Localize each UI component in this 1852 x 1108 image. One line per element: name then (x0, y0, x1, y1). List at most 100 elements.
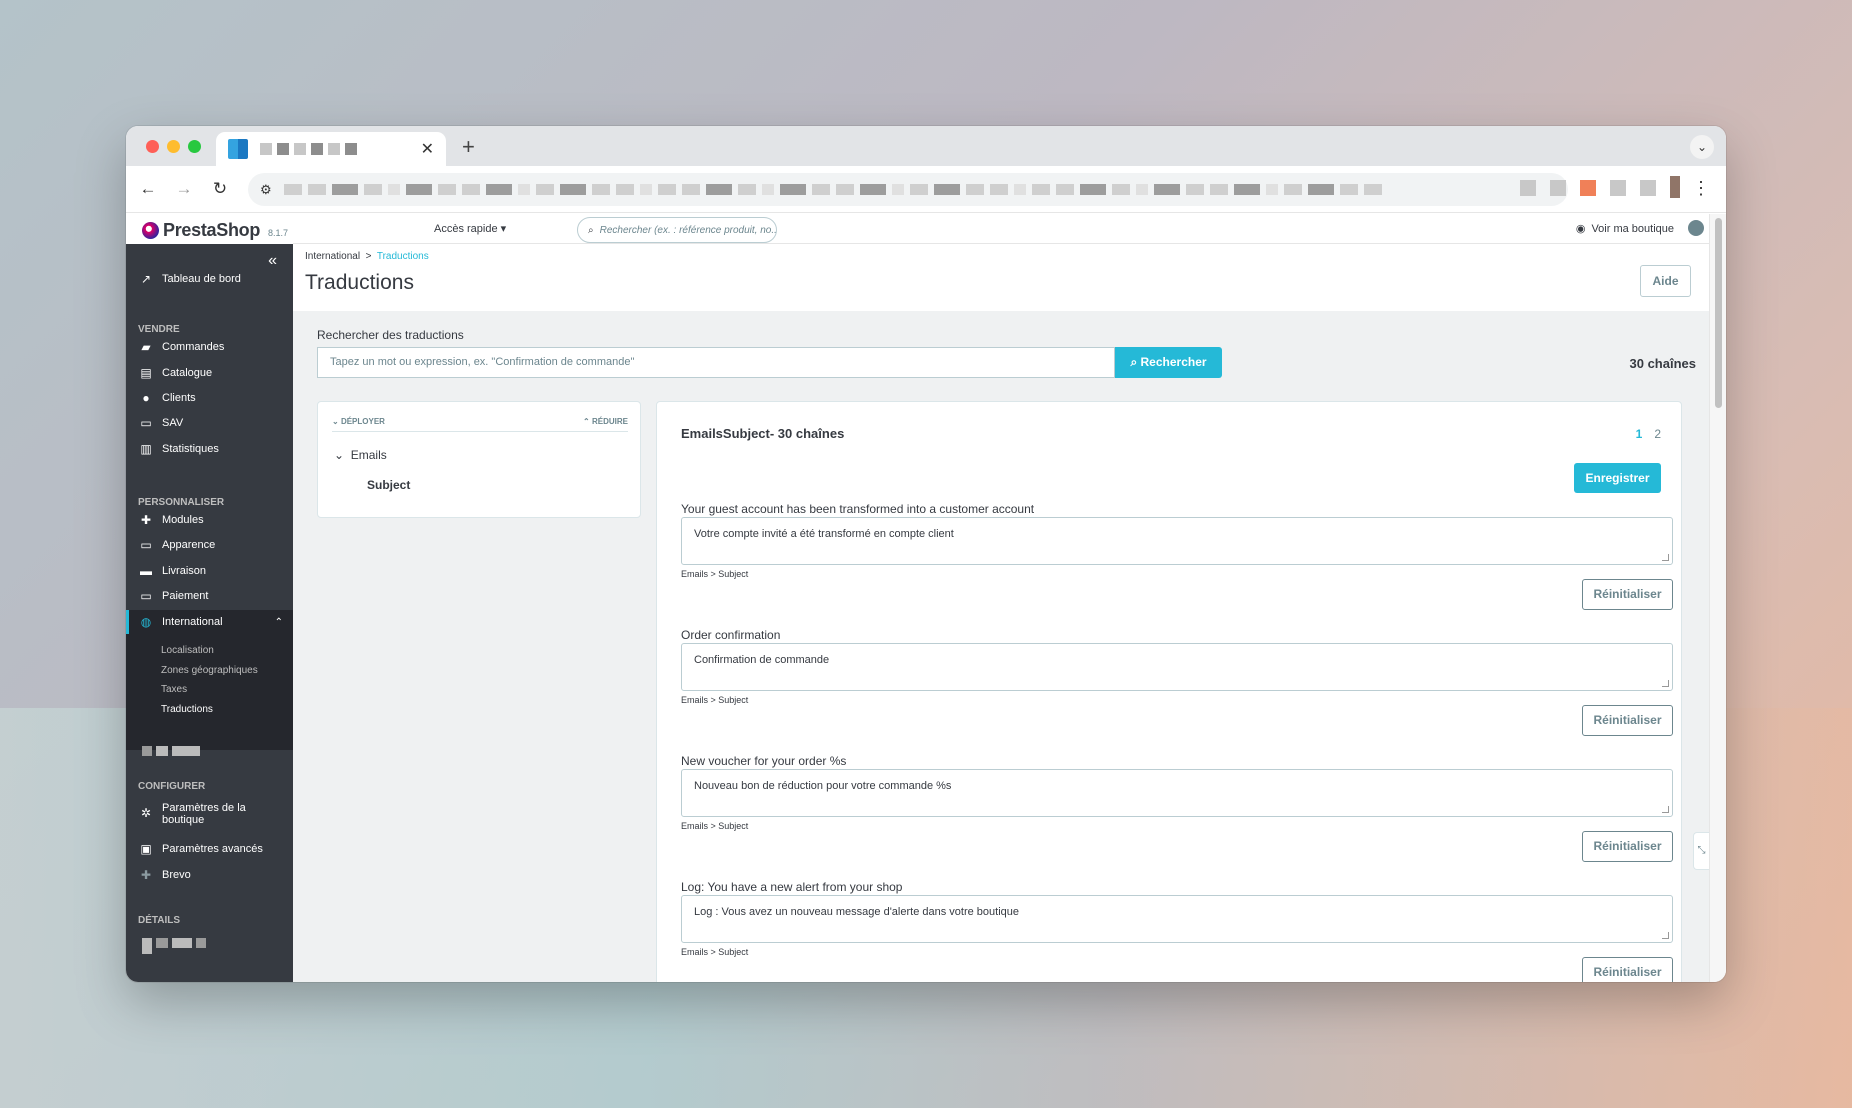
extension-icon[interactable] (1640, 180, 1656, 196)
section-sell: VENDRE (138, 324, 180, 335)
tree-node-subject[interactable]: Subject (367, 478, 410, 492)
sidebar-item-sav[interactable]: ▭ SAV (126, 411, 293, 435)
sidebar-item-redacted[interactable] (142, 746, 200, 756)
extension-icon[interactable] (1580, 180, 1596, 196)
brand-logo[interactable]: PrestaShop 8.1.7 (142, 220, 288, 241)
translation-item: New voucher for your order %s Nouveau bo… (681, 754, 1673, 880)
sidebar-item-payment[interactable]: ▭ Paiement (126, 584, 293, 608)
translation-textarea[interactable]: Confirmation de commande (681, 643, 1673, 691)
minimize-window-button[interactable] (167, 140, 180, 153)
sidebar-item-customers[interactable]: ● Clients (126, 386, 293, 410)
chevron-up-icon: ⌃ (274, 616, 283, 628)
help-button[interactable]: Aide (1640, 265, 1691, 297)
sidebar-item-label: Paramètres avancés (162, 843, 263, 855)
breadcrumb-separator: > (365, 251, 372, 262)
submenu-translations[interactable]: Traductions (161, 704, 213, 715)
page-link[interactable]: 2 (1654, 427, 1661, 441)
section-details: DÉTAILS (138, 915, 181, 926)
translations-title: EmailsSubject- 30 chaînes (681, 426, 845, 441)
close-tab-icon[interactable]: ✕ (421, 139, 434, 159)
prestashop-logo-icon (142, 222, 159, 239)
translation-textarea[interactable]: Nouveau bon de réduction pour votre comm… (681, 769, 1673, 817)
translation-textarea[interactable]: Votre compte invité a été transformé en … (681, 517, 1673, 565)
translation-item: Your guest account has been transformed … (681, 502, 1673, 628)
section-configure: CONFIGURER (138, 781, 206, 792)
sidebar-item-label: Modules (162, 514, 204, 526)
submenu-taxes[interactable]: Taxes (161, 684, 187, 695)
sidebar-item-dashboard[interactable]: ↗ Tableau de bord (126, 267, 293, 291)
globe-icon: ◍ (140, 615, 152, 629)
breadcrumb-parent[interactable]: International (305, 251, 360, 262)
submenu-localization[interactable]: Localisation (161, 645, 214, 656)
view-shop-link[interactable]: ◉ Voir ma boutique (1575, 222, 1674, 236)
submenu-zones[interactable]: Zones géographiques (161, 665, 258, 676)
chart-icon: ▥ (140, 442, 152, 456)
new-tab-button[interactable]: + (462, 134, 475, 160)
back-icon[interactable]: ← (130, 179, 166, 199)
extension-icon[interactable] (1610, 180, 1626, 196)
extension-icons (1520, 176, 1680, 198)
sidebar-item-label: Catalogue (162, 367, 213, 379)
header-search-input[interactable]: ⌕ Rechercher (ex. : référence produit, n… (577, 217, 777, 243)
search-button[interactable]: ⌕ Rechercher (1115, 347, 1222, 378)
extension-icon[interactable] (1550, 180, 1566, 196)
settings-icon: ✲ (140, 806, 152, 820)
browser-tab[interactable]: ✕ (216, 132, 446, 166)
scroll-thumb[interactable] (1715, 218, 1722, 408)
page-header: International > Traductions Traductions … (293, 244, 1709, 311)
prestashop-admin: PrestaShop 8.1.7 « ↗ Tableau de bord VEN… (126, 214, 1726, 982)
account-icon[interactable] (1688, 220, 1704, 236)
sidebar-item-advanced-params[interactable]: ▣ Paramètres avancés (126, 837, 293, 861)
extension-icon[interactable] (1520, 180, 1536, 196)
sidebar-item-label: Livraison (162, 565, 207, 577)
search-label: Rechercher des traductions (317, 328, 464, 342)
toolbar-toggle-icon[interactable]: ⤡ (1693, 832, 1709, 870)
sidebar-item-brevo[interactable]: ✚ Brevo (126, 863, 293, 887)
tab-search-button[interactable]: ⌄ (1690, 135, 1714, 159)
brand-area: PrestaShop 8.1.7 (126, 214, 293, 244)
sidebar-item-label: Statistiques (162, 443, 219, 455)
maximize-window-button[interactable] (188, 140, 201, 153)
reset-button[interactable]: Réinitialiser (1582, 831, 1673, 862)
sidebar-item-modules[interactable]: ✚ Modules (126, 508, 293, 532)
page-scrollbar[interactable] (1709, 214, 1726, 982)
sidebar-item-label: Brevo (162, 869, 191, 881)
tree-node-label: Emails (350, 448, 387, 462)
address-bar[interactable]: ⚙ (248, 173, 1568, 206)
international-submenu: Localisation Zones géographiques Taxes T… (126, 634, 293, 750)
sidebar-item-stats[interactable]: ▥ Statistiques (126, 437, 293, 461)
sidebar-item-shop-params[interactable]: ✲ Paramètres de la boutique (126, 802, 293, 830)
credit-card-icon: ▭ (140, 589, 152, 603)
translation-search-input[interactable]: Tapez un mot ou expression, ex. "Confirm… (317, 347, 1115, 378)
translation-item: Order confirmation Confirmation de comma… (681, 628, 1673, 754)
eye-icon: ◉ (1575, 223, 1586, 235)
sidebar-item-shipping[interactable]: ▬ Livraison (126, 559, 293, 583)
sidebar-item-international[interactable]: ◍ International ⌃ (126, 610, 293, 634)
translation-textarea[interactable]: Log : Vous avez un nouveau message d'ale… (681, 895, 1673, 943)
store-icon: ▤ (140, 366, 152, 380)
site-settings-icon[interactable]: ⚙ (260, 182, 272, 198)
search-icon: ⌕ (588, 224, 594, 236)
page-link[interactable]: 1 (1636, 427, 1643, 441)
breadcrumb-current[interactable]: Traductions (377, 251, 429, 262)
tree-node-emails[interactable]: ⌄ Emails (334, 448, 387, 462)
browser-menu-icon[interactable]: ⋮ (1692, 178, 1710, 199)
truck-icon: ▬ (140, 564, 152, 578)
reload-icon[interactable]: ↻ (202, 179, 238, 199)
sidebar-item-appearance[interactable]: ▭ Apparence (126, 533, 293, 557)
quick-access-dropdown[interactable]: Accès rapide ▾ (434, 222, 506, 235)
collapse-all-button[interactable]: ⌃ RÉDUIRE (583, 417, 628, 426)
reset-button[interactable]: Réinitialiser (1582, 579, 1673, 610)
reset-button[interactable]: Réinitialiser (1582, 705, 1673, 736)
sidebar-item-orders[interactable]: ▰ Commandes (126, 335, 293, 359)
close-window-button[interactable] (146, 140, 159, 153)
translation-path: Emails > Subject (681, 695, 749, 705)
sidebar-item-catalog[interactable]: ▤ Catalogue (126, 361, 293, 385)
expand-all-button[interactable]: ⌄ DÉPLOYER (332, 417, 385, 426)
sidebar-item-label: Paramètres de la boutique (162, 802, 246, 826)
reset-button[interactable]: Réinitialiser (1582, 957, 1673, 982)
forward-icon[interactable]: → (166, 179, 202, 199)
profile-icon[interactable] (1670, 176, 1680, 198)
save-button[interactable]: Enregistrer (1574, 463, 1661, 493)
sidebar-item-redacted[interactable] (142, 938, 206, 954)
